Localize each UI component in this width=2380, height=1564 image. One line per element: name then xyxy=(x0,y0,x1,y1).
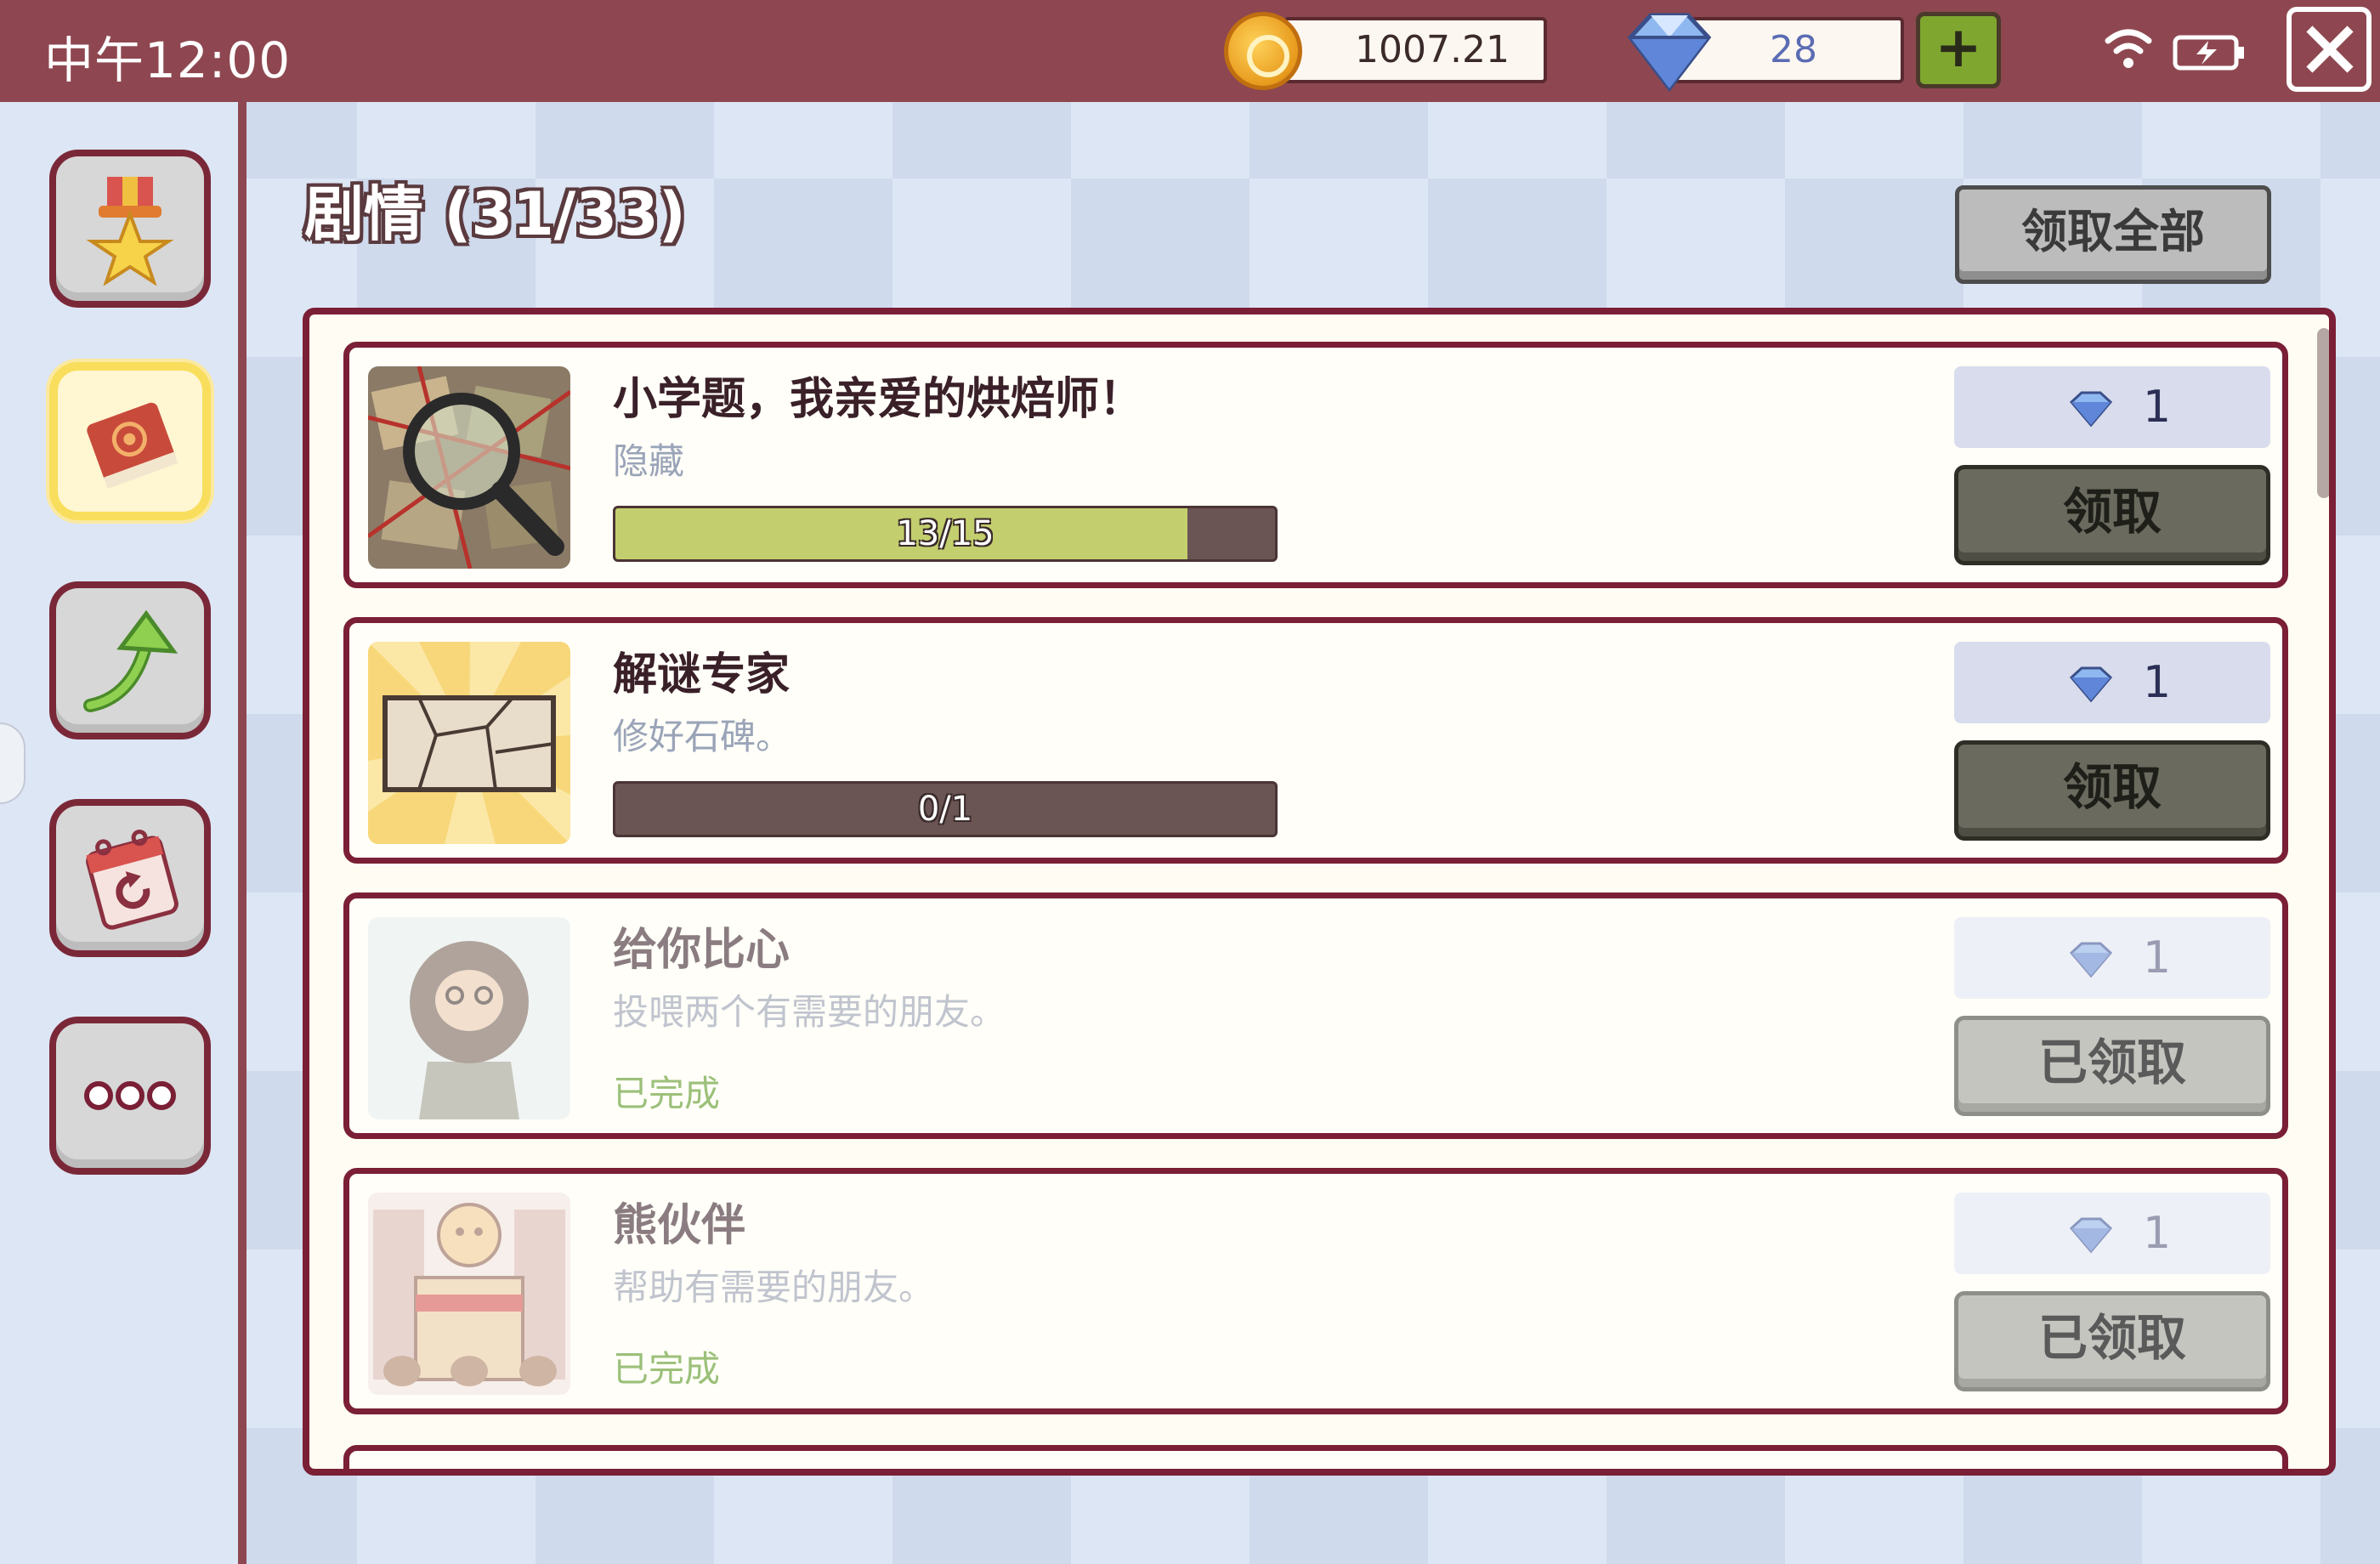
clock-time: 中午12:00 xyxy=(44,31,292,89)
quest-thumbnail xyxy=(368,642,570,844)
reward-count: 1 xyxy=(2143,657,2172,708)
reward-count: 1 xyxy=(2143,1208,2172,1259)
quest-card: 熊伙伴 帮助有需要的朋友。 已完成 1 已领取 xyxy=(343,1168,2288,1414)
status-bar: 中午12:00 1007.21 28 + xyxy=(0,0,2380,102)
quest-reward: 1 xyxy=(1954,642,2270,723)
claimed-button[interactable]: 已领取 xyxy=(1954,1291,2270,1391)
coin-icon xyxy=(1224,12,1302,90)
cracked-tablet-icon xyxy=(368,642,570,844)
quest-reward: 1 xyxy=(1954,366,2270,448)
quest-thumbnail xyxy=(368,366,570,569)
quest-title: 给你比心 xyxy=(613,925,790,976)
quest-list: 小学题，我亲爱的烘焙师！ 隐藏 13/15 1 领取 解谜专家 修好石碑。 0/… xyxy=(303,308,2336,1476)
quest-description: 帮助有需要的朋友。 xyxy=(613,1266,935,1308)
claim-button[interactable]: 领取 xyxy=(1954,465,2270,565)
sidebar-item-story[interactable] xyxy=(49,362,211,520)
side-pull-tab[interactable] xyxy=(0,722,26,804)
quest-card: 给你比心 投喂两个有需要的朋友。 已完成 1 已领取 xyxy=(343,892,2288,1139)
quest-reward: 1 xyxy=(1954,917,2270,999)
book-icon xyxy=(87,402,178,489)
quest-card-partial xyxy=(343,1445,2288,1469)
diamond-icon xyxy=(2069,1217,2113,1254)
sidebar-item-daily[interactable] xyxy=(49,799,211,957)
diamond-icon xyxy=(2069,391,2113,428)
medal-star-icon xyxy=(86,177,174,286)
arrow-up-icon xyxy=(83,609,178,712)
quest-description: 投喂两个有需要的朋友。 xyxy=(613,991,1006,1033)
coin-balance: 1007.21 xyxy=(1284,17,1547,83)
quest-status: 已完成 xyxy=(613,1348,721,1390)
scrollbar[interactable] xyxy=(2317,328,2329,498)
quest-progress-bar: 13/15 xyxy=(613,506,1278,562)
quest-title: 解谜专家 xyxy=(613,649,790,700)
page-title: 剧情 (31/33) xyxy=(304,179,686,249)
quest-title: 小学题，我亲爱的烘焙师！ xyxy=(613,374,1144,425)
sidebar-item-upgrade[interactable] xyxy=(49,581,211,740)
claimed-button[interactable]: 已领取 xyxy=(1954,1016,2270,1116)
wifi-icon xyxy=(2105,29,2152,68)
battery-charging-icon xyxy=(2173,35,2244,71)
quest-card: 解谜专家 修好石碑。 0/1 1 领取 xyxy=(343,617,2288,864)
quest-status: 已完成 xyxy=(613,1073,721,1114)
add-gems-button[interactable]: + xyxy=(1916,12,2001,88)
quest-description: 隐藏 xyxy=(613,440,685,482)
sidebar-item-more[interactable] xyxy=(49,1017,211,1175)
quest-card: 小学题，我亲爱的烘焙师！ 隐藏 13/15 1 领取 xyxy=(343,342,2288,588)
quest-description: 修好石碑。 xyxy=(613,716,792,757)
diamond-icon xyxy=(2069,666,2113,703)
claim-button[interactable]: 领取 xyxy=(1954,740,2270,841)
sidebar-item-achievements[interactable] xyxy=(49,150,211,308)
quest-progress-bar: 0/1 xyxy=(613,781,1278,837)
close-button[interactable] xyxy=(2286,7,2372,92)
progress-label: 0/1 xyxy=(917,790,973,829)
magnifier-map-icon xyxy=(368,366,570,569)
quest-thumbnail xyxy=(368,917,570,1119)
quest-thumbnail xyxy=(368,1193,570,1395)
more-dots-icon xyxy=(84,1081,176,1110)
diamond-icon xyxy=(2069,942,2113,978)
reward-count: 1 xyxy=(2143,932,2172,983)
quest-reward: 1 xyxy=(1954,1193,2270,1274)
bearded-man-icon xyxy=(368,917,570,1119)
diamond-icon xyxy=(1627,13,1712,93)
progress-label: 13/15 xyxy=(896,514,994,553)
reward-count: 1 xyxy=(2143,382,2172,433)
sidebar xyxy=(0,102,246,1564)
claim-all-button[interactable]: 领取全部 xyxy=(1955,185,2271,284)
calendar-refresh-icon xyxy=(86,830,178,930)
bakery-shop-icon xyxy=(368,1193,570,1395)
quest-title: 熊伙伴 xyxy=(613,1200,746,1251)
